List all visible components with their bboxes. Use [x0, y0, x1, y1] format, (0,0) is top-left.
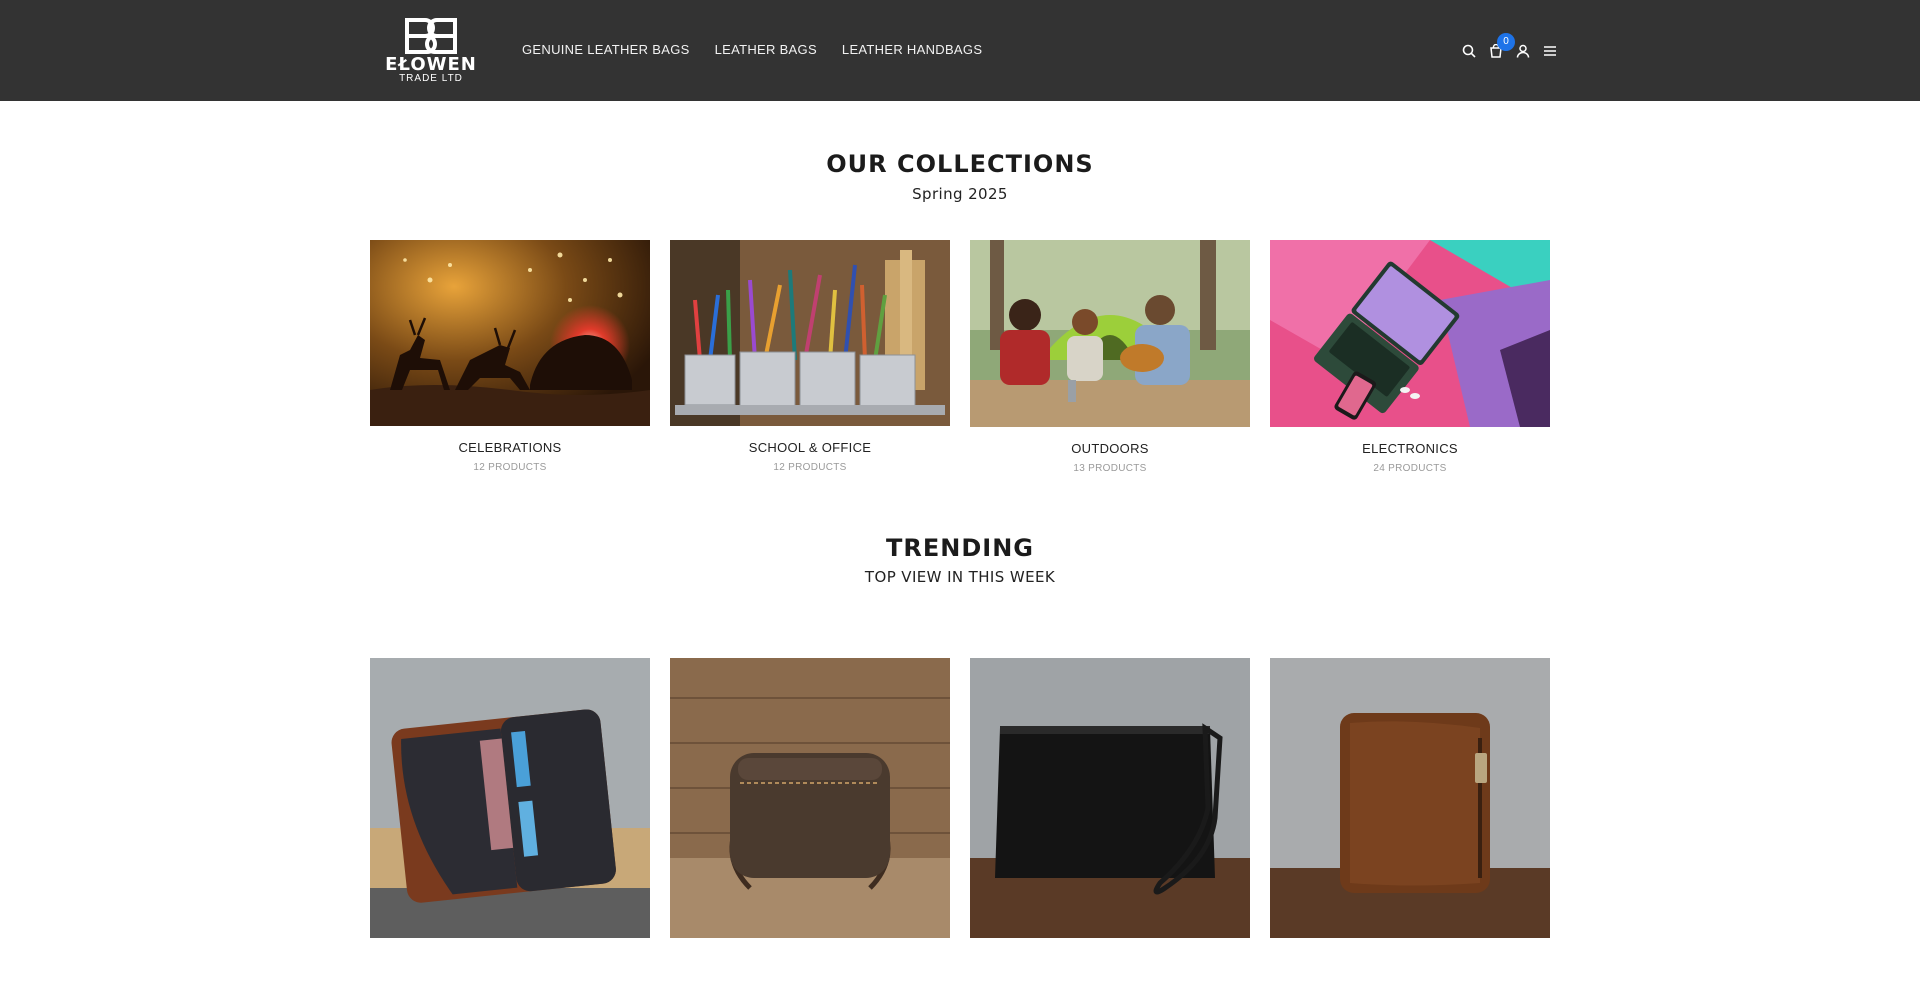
product-image-clutch-wristlet[interactable]	[970, 658, 1250, 938]
menu-icon	[1543, 46, 1556, 56]
menu-button[interactable]	[1536, 38, 1563, 64]
logo-sub-text: TRADE LTD	[399, 73, 463, 84]
header-actions: 0	[1455, 33, 1563, 64]
product-card[interactable]	[1270, 658, 1550, 938]
nav-leather-handbags[interactable]: LEATHER HANDBAGS	[842, 40, 982, 60]
collection-image-celebrations[interactable]	[370, 240, 650, 426]
collection-card-electronics[interactable]: ELECTRONICS 24 PRODUCTS	[1270, 240, 1550, 474]
site-logo[interactable]: EŁOWEN TRADE LTD	[378, 18, 484, 84]
collection-name[interactable]: ELECTRONICS	[1270, 441, 1550, 456]
collection-image-outdoors[interactable]	[970, 240, 1250, 427]
product-image-zip-wallet[interactable]	[1270, 658, 1550, 938]
search-button[interactable]	[1455, 38, 1482, 64]
collection-image-electronics[interactable]	[1270, 240, 1550, 427]
collection-name[interactable]: OUTDOORS	[970, 441, 1250, 456]
cart-button[interactable]: 0	[1482, 33, 1515, 64]
collection-card-celebrations[interactable]: CELEBRATIONS 12 PRODUCTS	[370, 240, 650, 473]
product-image-crossbody-bag[interactable]	[670, 658, 950, 938]
collections-subtitle: Spring 2025	[912, 185, 1008, 203]
collection-image-school-office[interactable]	[670, 240, 950, 426]
site-header: EŁOWEN TRADE LTD GENUINE LEATHER BAGS LE…	[0, 0, 1920, 101]
nav-leather-bags[interactable]: LEATHER BAGS	[715, 40, 817, 60]
trending-subtitle: TOP VIEW IN THIS WEEK	[864, 568, 1056, 586]
nav-genuine-leather-bags[interactable]: GENUINE LEATHER BAGS	[522, 40, 690, 60]
collection-count: 24 PRODUCTS	[1373, 463, 1447, 474]
collection-card-school-office[interactable]: SCHOOL & OFFICE 12 PRODUCTS	[670, 240, 950, 473]
collection-card-outdoors[interactable]: OUTDOORS 13 PRODUCTS	[970, 240, 1250, 474]
product-image-passport-wallet[interactable]	[370, 658, 650, 938]
collections-title: OUR COLLECTIONS	[826, 150, 1094, 178]
trending-title: TRENDING	[886, 534, 1034, 562]
product-card[interactable]	[970, 658, 1250, 938]
product-card[interactable]	[370, 658, 650, 938]
logo-mark-icon	[405, 18, 457, 54]
account-button[interactable]	[1509, 38, 1536, 64]
collection-count: 12 PRODUCTS	[473, 462, 547, 473]
logo-brand-text: EŁOWEN	[385, 54, 477, 75]
main-nav: GENUINE LEATHER BAGS LEATHER BAGS LEATHE…	[522, 40, 1007, 60]
collection-name[interactable]: SCHOOL & OFFICE	[670, 440, 950, 455]
user-icon	[1516, 44, 1529, 58]
collection-count: 13 PRODUCTS	[1073, 463, 1147, 474]
collection-count: 12 PRODUCTS	[773, 462, 847, 473]
collection-name[interactable]: CELEBRATIONS	[370, 440, 650, 455]
search-icon	[1462, 44, 1476, 58]
product-card[interactable]	[670, 658, 950, 938]
